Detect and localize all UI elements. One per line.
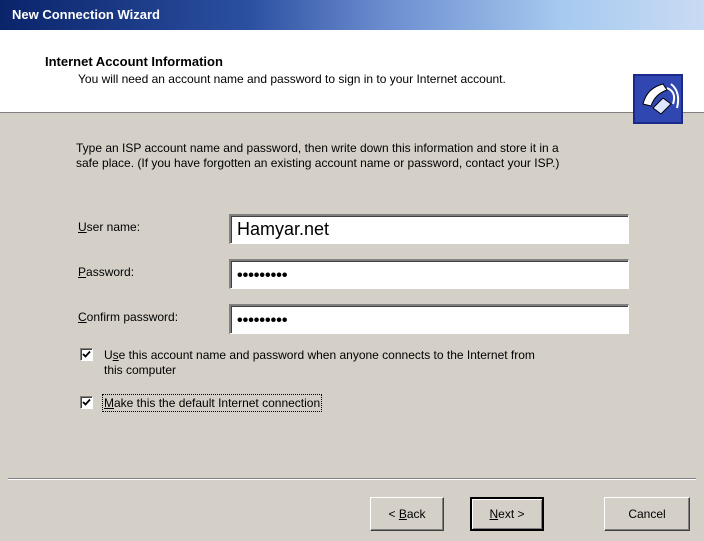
use-account-label-pre: U xyxy=(104,348,113,362)
use-account-checkbox[interactable] xyxy=(80,348,93,361)
next-button[interactable]: Next > xyxy=(470,497,544,531)
separator xyxy=(8,478,696,480)
cancel-button[interactable]: Cancel xyxy=(604,497,690,531)
username-label-post: ser name: xyxy=(86,220,141,234)
back-label-post: ack xyxy=(406,507,426,521)
default-conn-label-key: M xyxy=(104,396,114,410)
confirm-label-post: onfirm password: xyxy=(86,310,179,324)
use-account-label-line2: this computer xyxy=(104,363,177,377)
checkmark-icon xyxy=(82,398,91,406)
page-title: Internet Account Information xyxy=(45,54,223,69)
password-label-key: P xyxy=(78,265,87,279)
password-label-post: assword: xyxy=(86,265,135,279)
password-value: ••••••••• xyxy=(237,267,288,284)
intro-line-1: Type an ISP account name and password, t… xyxy=(76,141,559,155)
window-title: New Connection Wizard xyxy=(12,7,160,22)
username-value: Hamyar.net xyxy=(237,219,330,239)
confirm-password-label: Confirm password: xyxy=(78,310,178,324)
wizard-header: Internet Account Information You will ne… xyxy=(0,30,704,124)
username-label-key: U xyxy=(78,220,87,234)
phone-connection-icon xyxy=(633,74,683,124)
next-label-post: ext > xyxy=(498,507,525,521)
back-button[interactable]: < Back xyxy=(370,497,444,531)
default-connection-label[interactable]: Make this the default Internet connectio… xyxy=(101,394,323,412)
username-input[interactable]: Hamyar.net xyxy=(229,214,629,244)
use-account-label[interactable]: Use this account name and password when … xyxy=(104,348,535,378)
intro-line-2: safe place. (If you have forgotten an ex… xyxy=(76,156,560,170)
confirm-password-value: ••••••••• xyxy=(237,312,288,329)
intro-text: Type an ISP account name and password, t… xyxy=(76,141,686,171)
back-label-pre: < xyxy=(388,507,399,521)
page-subtitle: You will need an account name and passwo… xyxy=(78,72,506,86)
confirm-password-input[interactable]: ••••••••• xyxy=(229,304,629,334)
password-label: Password: xyxy=(78,265,134,279)
username-label: User name: xyxy=(78,220,140,234)
checkmark-icon xyxy=(82,350,91,358)
password-input[interactable]: ••••••••• xyxy=(229,259,629,289)
default-conn-label-post: ake this the default Internet connection xyxy=(114,396,321,410)
use-account-label-post: e this account name and password when an… xyxy=(118,348,535,362)
next-label-key: N xyxy=(489,507,499,521)
confirm-label-key: C xyxy=(78,310,87,324)
default-connection-checkbox[interactable] xyxy=(80,396,93,409)
back-label-key: B xyxy=(398,507,407,521)
title-bar[interactable]: New Connection Wizard xyxy=(0,0,704,30)
